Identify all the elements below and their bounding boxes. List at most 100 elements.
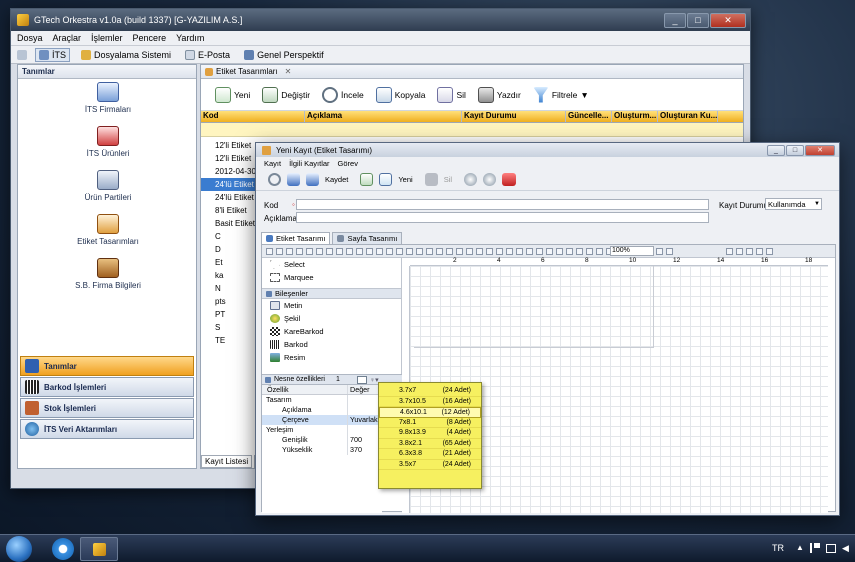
designer-tool-icon[interactable] bbox=[356, 247, 363, 255]
yazdir-button[interactable]: Yazdır bbox=[477, 86, 521, 103]
designer-tool-icon[interactable] bbox=[586, 247, 593, 255]
designer-tool-icon[interactable] bbox=[596, 247, 603, 255]
property-row[interactable]: Genişlik 700 bbox=[262, 435, 382, 445]
designer-tool-icon[interactable] bbox=[286, 247, 293, 255]
degistir-button[interactable]: Değiştir bbox=[262, 86, 310, 103]
main-title-bar[interactable]: GTech Orkestra v1.0a (build 1337) [G-YAZ… bbox=[11, 9, 750, 31]
menu-islemler[interactable]: İşlemler bbox=[91, 33, 123, 43]
designer-tool-icon[interactable] bbox=[666, 247, 673, 255]
menu-gorev[interactable]: Görev bbox=[338, 159, 358, 168]
designer-tool-icon[interactable] bbox=[766, 247, 773, 255]
approve-icon[interactable] bbox=[502, 173, 517, 186]
yeni-button[interactable]: Yeni bbox=[215, 86, 250, 103]
filtrele-button[interactable]: Filtrele ▼ bbox=[532, 86, 589, 103]
designer-tool-icon[interactable] bbox=[396, 247, 403, 255]
palette-sekil[interactable]: Şekil bbox=[262, 312, 401, 325]
property-value[interactable] bbox=[348, 395, 350, 405]
designer-tool-icon[interactable] bbox=[746, 247, 753, 255]
designer-tool-icon[interactable] bbox=[496, 247, 503, 255]
designer-tool-icon[interactable] bbox=[756, 247, 763, 255]
designer-tool-icon[interactable] bbox=[726, 247, 733, 255]
designer-tool-icon[interactable] bbox=[306, 247, 313, 255]
menu-dosya[interactable]: Dosya bbox=[17, 33, 43, 43]
nav-its-firmalari[interactable]: İTS Firmaları bbox=[48, 82, 168, 114]
designer-tool-icon[interactable] bbox=[296, 247, 303, 255]
delete-icon[interactable] bbox=[424, 173, 438, 186]
zoom-select[interactable]: 100% bbox=[610, 246, 654, 256]
col-olusturma[interactable]: Oluşturm... bbox=[612, 111, 658, 122]
kopyala-button[interactable]: Kopyala bbox=[375, 86, 425, 103]
category-stok[interactable]: Stok İşlemleri bbox=[20, 398, 194, 418]
kayit-durumu-select[interactable]: Kullanımda ▼ bbox=[765, 198, 822, 210]
incele-button[interactable]: İncele bbox=[322, 86, 364, 103]
select-tool[interactable]: Select bbox=[262, 258, 401, 271]
dialog-maximize-button[interactable]: □ bbox=[786, 144, 804, 156]
designer-tool-icon[interactable] bbox=[516, 247, 523, 255]
designer-tool-icon[interactable] bbox=[536, 247, 543, 255]
maximize-button[interactable]: □ bbox=[687, 12, 709, 28]
tab-etiket-tasarimi[interactable]: Etiket Tasarımı bbox=[261, 232, 331, 244]
property-value[interactable]: 700 bbox=[348, 435, 362, 445]
kod-field[interactable] bbox=[296, 199, 709, 210]
property-value[interactable]: Yuvarlak bbox=[348, 415, 378, 425]
col-aciklama[interactable]: Açıklama bbox=[305, 111, 462, 122]
col-kayit-durumu[interactable]: Kayıt Durumu bbox=[462, 111, 566, 122]
size-option[interactable]: 3.8x2.1 (65 Adet) bbox=[379, 439, 481, 449]
category-tanimlar[interactable]: Tanımlar bbox=[20, 356, 194, 376]
designer-tool-icon[interactable] bbox=[386, 247, 393, 255]
palette-header[interactable]: Bileşenler bbox=[262, 288, 401, 299]
menu-yardim[interactable]: Yardım bbox=[176, 33, 204, 43]
size-option[interactable]: 6.3x3.8 (21 Adet) bbox=[379, 449, 481, 460]
label-area[interactable] bbox=[414, 266, 654, 348]
designer-tool-icon[interactable] bbox=[336, 247, 343, 255]
property-row[interactable]: Çerçeve Yuvarlak bbox=[262, 415, 382, 425]
nav-urun-partileri[interactable]: Ürün Partileri bbox=[48, 170, 168, 202]
size-option[interactable]: 3.5x7 (24 Adet) bbox=[379, 460, 481, 470]
open-perspective-icon[interactable] bbox=[17, 49, 27, 60]
designer-tool-icon[interactable] bbox=[326, 247, 333, 255]
designer-tool-icon[interactable] bbox=[316, 247, 323, 255]
property-row[interactable]: Yerleşim bbox=[262, 425, 382, 435]
size-option[interactable]: 3.7x10.5 (16 Adet) bbox=[379, 397, 481, 407]
designer-tool-icon[interactable] bbox=[506, 247, 513, 255]
filter-row[interactable] bbox=[201, 123, 743, 137]
yeni-dialog-button[interactable]: Yeni bbox=[398, 175, 412, 184]
sort-icon[interactable] bbox=[356, 375, 367, 384]
nav-sb-firma[interactable]: S.B. Firma Bilgileri bbox=[48, 258, 168, 290]
sil-dialog-button[interactable]: Sil bbox=[444, 175, 452, 184]
tab-sayfa-tasarimi[interactable]: Sayfa Tasarımı bbox=[332, 232, 403, 244]
menu-ilgili-kayitlar[interactable]: İlgili Kayıtlar bbox=[289, 159, 329, 168]
designer-tool-icon[interactable] bbox=[576, 247, 583, 255]
menu-pencere[interactable]: Pencere bbox=[133, 33, 167, 43]
designer-tool-icon[interactable] bbox=[266, 247, 273, 255]
category-its-veri[interactable]: İTS Veri Aktarımları bbox=[20, 419, 194, 439]
volume-icon[interactable]: ◀ bbox=[842, 543, 849, 554]
designer-tool-icon[interactable] bbox=[546, 247, 553, 255]
add-icon[interactable] bbox=[379, 173, 393, 186]
flag-icon[interactable] bbox=[810, 543, 820, 553]
new-icon[interactable] bbox=[360, 173, 374, 186]
editor-tab[interactable]: Etiket Tasarımları ✕ bbox=[201, 65, 743, 79]
perspective-dosyalama[interactable]: Dosyalama Sistemi bbox=[78, 49, 174, 61]
category-barkod[interactable]: Barkod İşlemleri bbox=[20, 377, 194, 397]
col-olusturan[interactable]: Oluşturan Ku... bbox=[658, 111, 718, 122]
palette-barkod[interactable]: Barkod bbox=[262, 338, 401, 351]
designer-tool-icon[interactable] bbox=[376, 247, 383, 255]
designer-tool-icon[interactable] bbox=[736, 247, 743, 255]
col-kod[interactable]: Kod bbox=[201, 111, 305, 122]
start-button[interactable] bbox=[6, 536, 32, 562]
designer-tool-icon[interactable] bbox=[466, 247, 473, 255]
palette-resim[interactable]: Resim bbox=[262, 351, 401, 364]
dialog-title-bar[interactable]: Yeni Kayıt (Etiket Tasarımı) _ □ ✕ bbox=[256, 143, 839, 157]
designer-tool-icon[interactable] bbox=[406, 247, 413, 255]
marquee-tool[interactable]: Marquee bbox=[262, 271, 401, 284]
designer-tool-icon[interactable] bbox=[656, 247, 663, 255]
property-row[interactable]: Yükseklik 370 bbox=[262, 445, 382, 455]
palette-metin[interactable]: Metin bbox=[262, 299, 401, 312]
size-option[interactable]: 9.8x13.9 (4 Adet) bbox=[379, 428, 481, 439]
minimize-button[interactable]: _ bbox=[664, 12, 686, 28]
down-icon[interactable] bbox=[483, 173, 497, 186]
property-value[interactable]: 370 bbox=[348, 445, 362, 455]
nav-its-urunleri[interactable]: İTS Ürünleri bbox=[48, 126, 168, 158]
designer-tool-icon[interactable] bbox=[566, 247, 573, 255]
